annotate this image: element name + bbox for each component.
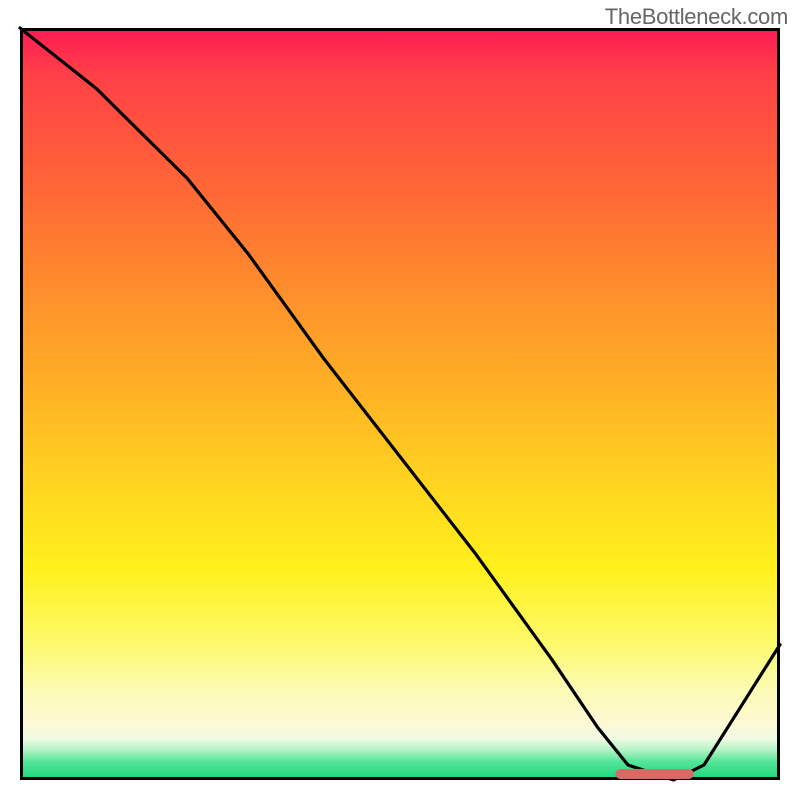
plot-area [20, 28, 780, 780]
plot-frame [22, 30, 779, 779]
watermark-text: TheBottleneck.com [605, 4, 788, 30]
chart-container: TheBottleneck.com [0, 0, 800, 800]
chart-overlay-svg [20, 28, 780, 780]
bottleneck-curve [20, 28, 780, 780]
